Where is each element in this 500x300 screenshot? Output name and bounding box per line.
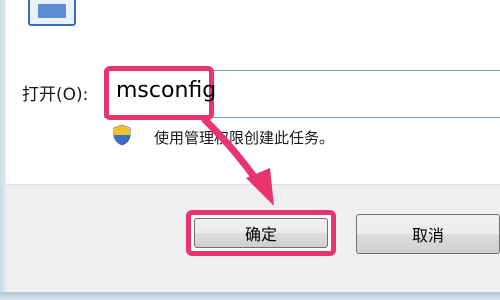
run-dialog: 打开(O): msconfig 使用管理权限创建此任务。 确定 取消 bbox=[0, 0, 500, 300]
run-dialog-icon bbox=[28, 0, 76, 26]
ok-button-label: 确定 bbox=[194, 218, 328, 248]
cancel-button[interactable]: 取消 bbox=[356, 214, 500, 254]
admin-privilege-note: 使用管理权限创建此任务。 bbox=[154, 129, 335, 147]
open-input-value[interactable]: msconfig bbox=[116, 78, 216, 103]
open-label: 打开(O): bbox=[22, 85, 89, 105]
ok-button[interactable]: 确定 bbox=[186, 210, 336, 256]
window-frame-left bbox=[0, 0, 6, 300]
window-frame-bottom bbox=[0, 292, 500, 300]
uac-shield-icon bbox=[113, 124, 131, 146]
run-dialog-icon-screen bbox=[38, 4, 66, 18]
